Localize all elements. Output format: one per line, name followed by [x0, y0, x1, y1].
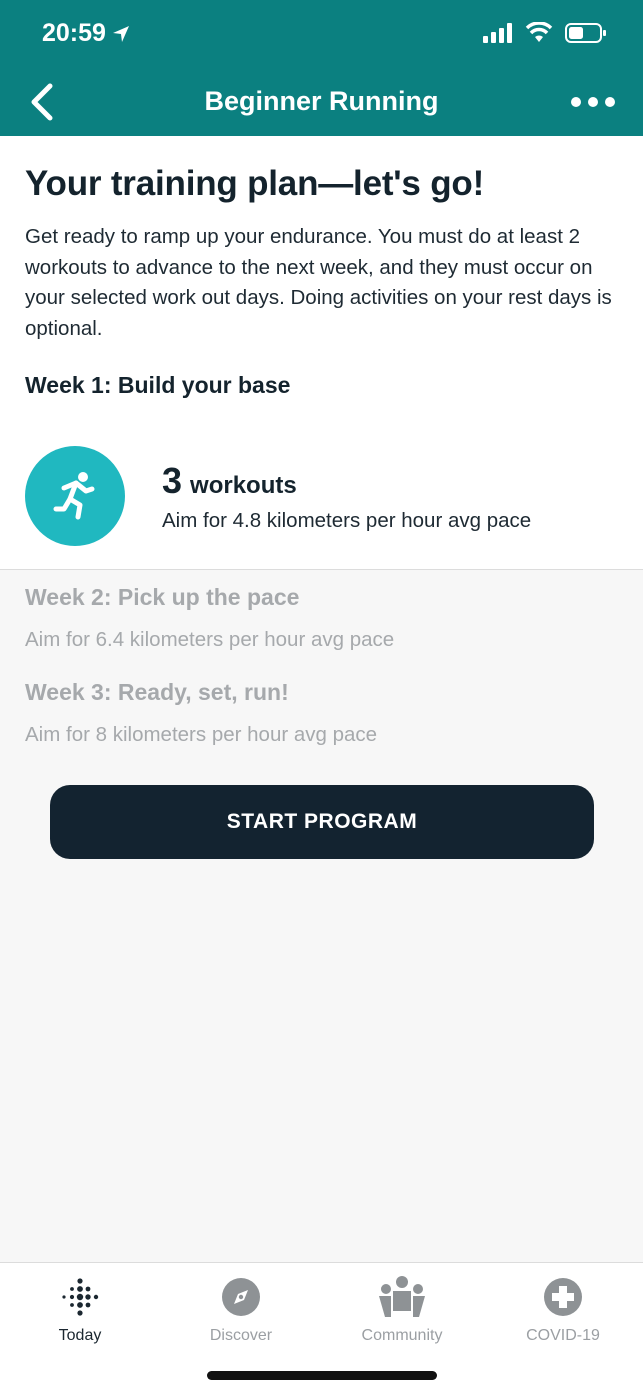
tab-community[interactable]: Community: [322, 1275, 482, 1345]
battery-icon: [565, 23, 606, 43]
tab-label: Discover: [209, 1327, 273, 1344]
app-header: 20:59 Beginner Running: [0, 0, 643, 136]
week2-pace: Aim for 6.4 kilometers per hour avg pace: [25, 628, 395, 651]
status-icons: [483, 22, 607, 44]
community-icon: [379, 1276, 425, 1317]
plan-description: Get ready to ramp up your endurance. You…: [25, 225, 612, 340]
tab-label: Community: [361, 1327, 443, 1344]
week3-title: Week 3: Ready, set, run!: [25, 679, 289, 705]
workout-count-label: workouts: [190, 472, 297, 499]
compass-icon: [222, 1278, 260, 1316]
week1-pace: Aim for 4.8 kilometers per hour avg pace: [162, 509, 532, 532]
tab-discover[interactable]: Discover: [161, 1275, 321, 1345]
wifi-icon: [525, 22, 553, 42]
location-arrow-icon: [112, 25, 129, 42]
week2-title: Week 2: Pick up the pace: [25, 584, 300, 610]
signal-icon: [483, 23, 512, 43]
workout-count: 3 workouts: [162, 460, 297, 502]
week1-card: 3 workouts Aim for 4.8 kilometers per ho…: [0, 420, 643, 570]
plus-circle-icon: [544, 1278, 582, 1316]
plan-heading: Your training plan—let's go!: [25, 164, 485, 203]
tab-today[interactable]: Today: [0, 1275, 160, 1345]
tab-label: COVID-19: [526, 1327, 600, 1344]
home-indicator[interactable]: [207, 1371, 437, 1380]
start-program-button[interactable]: START PROGRAM: [50, 785, 594, 859]
status-time-text: 20:59: [42, 19, 106, 47]
tab-label: Today: [58, 1327, 102, 1344]
page-title: Beginner Running: [204, 86, 439, 116]
fitbit-dots-icon: [62, 1278, 99, 1316]
workout-count-number: 3: [162, 460, 183, 501]
intro-section: Your training plan—let's go! Get ready t…: [0, 136, 643, 420]
current-week-title: Week 1: Build your base: [25, 372, 291, 398]
tab-covid[interactable]: COVID-19: [483, 1275, 643, 1345]
week3-pace: Aim for 8 kilometers per hour avg pace: [25, 723, 378, 746]
running-icon: [25, 446, 125, 546]
more-options-icon[interactable]: [571, 90, 617, 114]
status-time: 20:59: [42, 19, 130, 48]
